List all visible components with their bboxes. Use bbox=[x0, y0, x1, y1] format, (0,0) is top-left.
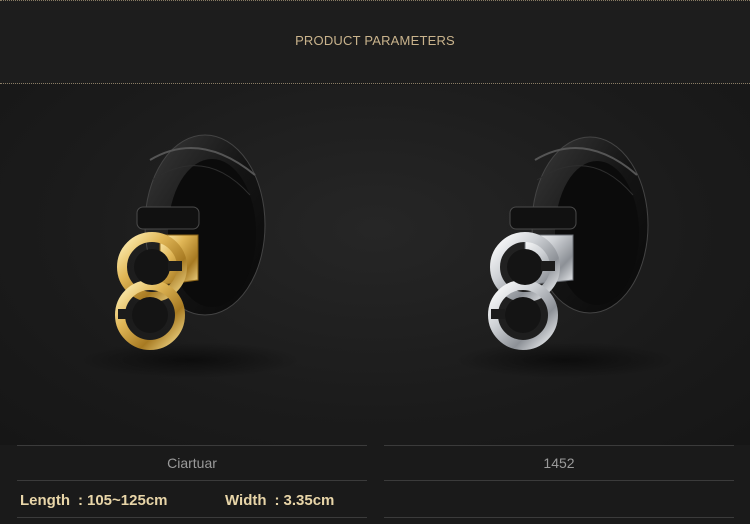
belt-silver-illustration bbox=[455, 136, 675, 378]
section-header: PRODUCT PARAMETERS bbox=[0, 0, 750, 84]
divider bbox=[17, 480, 367, 481]
width-value: 3.35cm bbox=[283, 491, 335, 509]
width-colon: : bbox=[274, 491, 280, 509]
spec-row: Length : 105~125cm Width : 3.35cm bbox=[20, 482, 334, 518]
product-image-silver-belt[interactable] bbox=[375, 85, 750, 445]
section-title: PRODUCT PARAMETERS bbox=[295, 32, 455, 48]
length-colon: : bbox=[78, 491, 83, 509]
length-spec: Length : 105~125cm bbox=[20, 492, 225, 509]
length-label: Length bbox=[20, 491, 70, 509]
divider bbox=[384, 480, 734, 481]
width-spec: Width : 3.35cm bbox=[225, 492, 334, 509]
product-name-silver: 1452 bbox=[543, 455, 575, 471]
divider bbox=[384, 517, 734, 518]
belt-gold-illustration bbox=[80, 134, 300, 378]
product-name-gold: Ciartuar bbox=[167, 455, 217, 471]
product-showcase bbox=[0, 85, 750, 445]
product-image-gold-belt[interactable] bbox=[0, 85, 375, 445]
length-value: 105~125cm bbox=[87, 491, 168, 509]
width-label: Width bbox=[225, 491, 267, 509]
